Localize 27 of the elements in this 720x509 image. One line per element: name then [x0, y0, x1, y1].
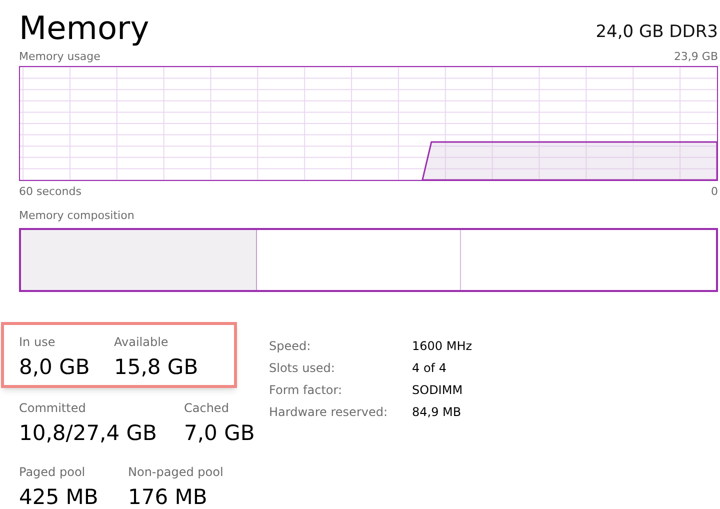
detail-label: Slots used:	[269, 360, 336, 377]
detail-value: 84,9 MB	[412, 404, 462, 421]
detail-value: SODIMM	[412, 382, 464, 399]
graph-end-label: 0	[711, 185, 718, 199]
detail-label: Speed:	[269, 338, 312, 355]
detail-label: Hardware reserved:	[269, 404, 389, 421]
composition-label: Memory composition	[19, 209, 134, 222]
detail-label: Form factor:	[269, 382, 344, 399]
graph-label: Memory usage	[19, 50, 100, 64]
detail-value: 1600 MHz	[412, 338, 472, 355]
stat-label: Cached	[184, 401, 230, 416]
stat-value: 10,8/27,4 GB	[19, 420, 158, 447]
stat-label: In use	[19, 335, 56, 350]
stat-value: 176 MB	[128, 484, 208, 509]
stat-label: Paged pool	[19, 465, 86, 480]
stat-value: 8,0 GB	[19, 354, 91, 381]
memory-capacity: 24,0 GB DDR3	[596, 20, 718, 44]
stat-label: Available	[114, 335, 170, 350]
stat-label: Non-paged pool	[128, 465, 224, 480]
stat-label: Committed	[19, 401, 87, 416]
detail-value: 4 of 4	[412, 360, 448, 377]
graph-max-label: 23,9 GB	[674, 50, 718, 64]
stat-value: 7,0 GB	[184, 420, 255, 447]
stat-value: 425 MB	[19, 484, 100, 509]
stat-value: 15,8 GB	[114, 354, 198, 381]
page-title: Memory	[19, 8, 150, 48]
graph-start-label: 60 seconds	[19, 185, 82, 199]
